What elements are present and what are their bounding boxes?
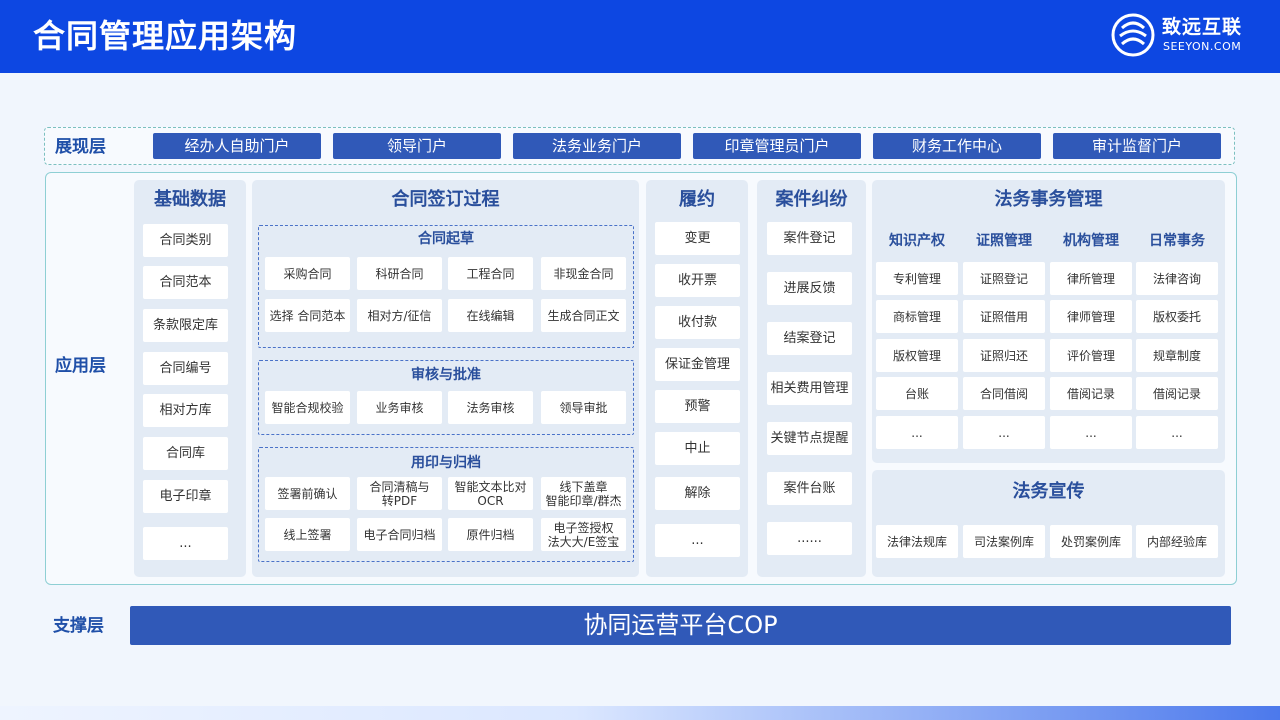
legal-affairs-item: 证照借用 bbox=[963, 300, 1045, 333]
legal-affairs-item: 合同借阅 bbox=[963, 377, 1045, 410]
basic-data-item: 合同库 bbox=[143, 437, 228, 470]
drafting-item: 工程合同 bbox=[448, 257, 533, 290]
legal-affairs-item: 规章制度 bbox=[1136, 339, 1218, 372]
review-item: 领导审批 bbox=[541, 391, 626, 424]
legal-affairs-item: 版权委托 bbox=[1136, 300, 1218, 333]
legal-affairs-item: 评价管理 bbox=[1050, 339, 1132, 372]
performance-item: 保证金管理 bbox=[655, 348, 740, 381]
legal-affairs-item: 律师管理 bbox=[1050, 300, 1132, 333]
review-item: 业务审核 bbox=[357, 391, 442, 424]
performance-item: 预警 bbox=[655, 390, 740, 423]
portal-legal: 法务业务门户 bbox=[513, 133, 681, 159]
drafting-item: 相对方/征信 bbox=[357, 299, 442, 332]
publicity-item: 处罚案例库 bbox=[1050, 525, 1132, 558]
signing-title: 合同签订过程 bbox=[391, 189, 500, 210]
seal-archive-title: 用印与归档 bbox=[411, 455, 481, 471]
legal-affairs-item: ... bbox=[876, 416, 958, 449]
review-item: 智能合规校验 bbox=[265, 391, 350, 424]
performance-item: 中止 bbox=[655, 432, 740, 465]
legal-affairs-column-head: 证照管理 bbox=[976, 233, 1032, 249]
legal-affairs-item: ... bbox=[1136, 416, 1218, 449]
legal-affairs-item: ... bbox=[963, 416, 1045, 449]
portal-finance: 财务工作中心 bbox=[873, 133, 1041, 159]
legal-affairs-column-head: 日常事务 bbox=[1149, 233, 1205, 249]
performance-item: 收付款 bbox=[655, 306, 740, 339]
dispute-item: 结案登记 bbox=[767, 322, 852, 355]
legal-affairs-column-head: 知识产权 bbox=[889, 233, 945, 249]
dispute-item: 案件登记 bbox=[767, 222, 852, 255]
seal-archive-item: 线下盖章 智能印章/群杰 bbox=[541, 477, 626, 510]
portal-leader: 领导门户 bbox=[333, 133, 501, 159]
basic-data-item: 电子印章 bbox=[143, 480, 228, 513]
review-title: 审核与批准 bbox=[411, 367, 481, 383]
legal-affairs-item: 借阅记录 bbox=[1136, 377, 1218, 410]
basic-data-item: 相对方库 bbox=[143, 394, 228, 427]
drafting-item: 生成合同正文 bbox=[541, 299, 626, 332]
legal-affairs-item: 律所管理 bbox=[1050, 262, 1132, 295]
legal-affairs-item: 商标管理 bbox=[876, 300, 958, 333]
portal-seal-admin: 印章管理员门户 bbox=[693, 133, 861, 159]
basic-data-title: 基础数据 bbox=[154, 189, 226, 210]
performance-title: 履约 bbox=[679, 189, 715, 210]
legal-affairs-item: 证照登记 bbox=[963, 262, 1045, 295]
header-bar: 合同管理应用架构 致远互联 SEEYON.COM bbox=[0, 0, 1280, 73]
drafting-item: 科研合同 bbox=[357, 257, 442, 290]
logo-name: 致远互联 bbox=[1162, 16, 1243, 38]
publicity-item: 法律法规库 bbox=[876, 525, 958, 558]
basic-data-item: 合同类别 bbox=[143, 224, 228, 257]
drafting-item: 在线编辑 bbox=[448, 299, 533, 332]
dispute-item: 案件台账 bbox=[767, 472, 852, 505]
performance-item: ... bbox=[655, 524, 740, 557]
application-layer-label: 应用层 bbox=[55, 356, 106, 376]
performance-item: 解除 bbox=[655, 477, 740, 510]
seal-archive-item: 合同清稿与 转PDF bbox=[357, 477, 442, 510]
legal-affairs-item: 借阅记录 bbox=[1050, 377, 1132, 410]
seeyon-logo: 致远互联 SEEYON.COM bbox=[1110, 12, 1260, 60]
seeyon-logo-icon bbox=[1111, 13, 1155, 57]
legal-affairs-item: 专利管理 bbox=[876, 262, 958, 295]
legal-affairs-item: 法律咨询 bbox=[1136, 262, 1218, 295]
portal-agent: 经办人自助门户 bbox=[153, 133, 321, 159]
dispute-item: 关键节点提醒 bbox=[767, 422, 852, 455]
legal-affairs-item: 版权管理 bbox=[876, 339, 958, 372]
performance-item: 收开票 bbox=[655, 264, 740, 297]
seal-archive-item: 电子签授权 法大大/E签宝 bbox=[541, 518, 626, 551]
drafting-item: 选择 合同范本 bbox=[265, 299, 350, 332]
legal-affairs-item: ... bbox=[1050, 416, 1132, 449]
seal-archive-item: 智能文本比对 OCR bbox=[448, 477, 533, 510]
portal-audit: 审计监督门户 bbox=[1053, 133, 1221, 159]
dispute-item: ...... bbox=[767, 522, 852, 555]
support-platform-bar: 协同运营平台COP bbox=[130, 606, 1231, 645]
basic-data-item: 合同范本 bbox=[143, 266, 228, 299]
performance-item: 变更 bbox=[655, 222, 740, 255]
drafting-item: 非现金合同 bbox=[541, 257, 626, 290]
legal-affairs-item: 台账 bbox=[876, 377, 958, 410]
dispute-item: 进展反馈 bbox=[767, 272, 852, 305]
drafting-item: 采购合同 bbox=[265, 257, 350, 290]
legal-affairs-title: 法务事务管理 bbox=[994, 189, 1103, 210]
legal-affairs-item: 证照归还 bbox=[963, 339, 1045, 372]
presentation-layer-label: 展现层 bbox=[55, 137, 106, 157]
dispute-item: 相关费用管理 bbox=[767, 372, 852, 405]
seal-archive-item: 原件归档 bbox=[448, 518, 533, 551]
basic-data-item: 条款限定库 bbox=[143, 309, 228, 342]
seal-archive-item: 签署前确认 bbox=[265, 477, 350, 510]
page-title: 合同管理应用架构 bbox=[33, 17, 298, 55]
publicity-title: 法务宣传 bbox=[1012, 481, 1085, 502]
support-layer-label: 支撑层 bbox=[53, 616, 104, 636]
legal-affairs-column-head: 机构管理 bbox=[1063, 233, 1119, 249]
seal-archive-item: 线上签署 bbox=[265, 518, 350, 551]
publicity-item: 司法案例库 bbox=[963, 525, 1045, 558]
bottom-gradient-band bbox=[0, 706, 1280, 720]
seal-archive-item: 电子合同归档 bbox=[357, 518, 442, 551]
publicity-panel: 法务宣传 bbox=[872, 470, 1225, 577]
review-item: 法务审核 bbox=[448, 391, 533, 424]
logo-domain: SEEYON.COM bbox=[1163, 40, 1242, 53]
dispute-title: 案件纠纷 bbox=[775, 189, 848, 210]
drafting-title: 合同起草 bbox=[418, 231, 474, 247]
basic-data-item: ... bbox=[143, 527, 228, 560]
basic-data-item: 合同编号 bbox=[143, 352, 228, 385]
publicity-item: 内部经验库 bbox=[1136, 525, 1218, 558]
